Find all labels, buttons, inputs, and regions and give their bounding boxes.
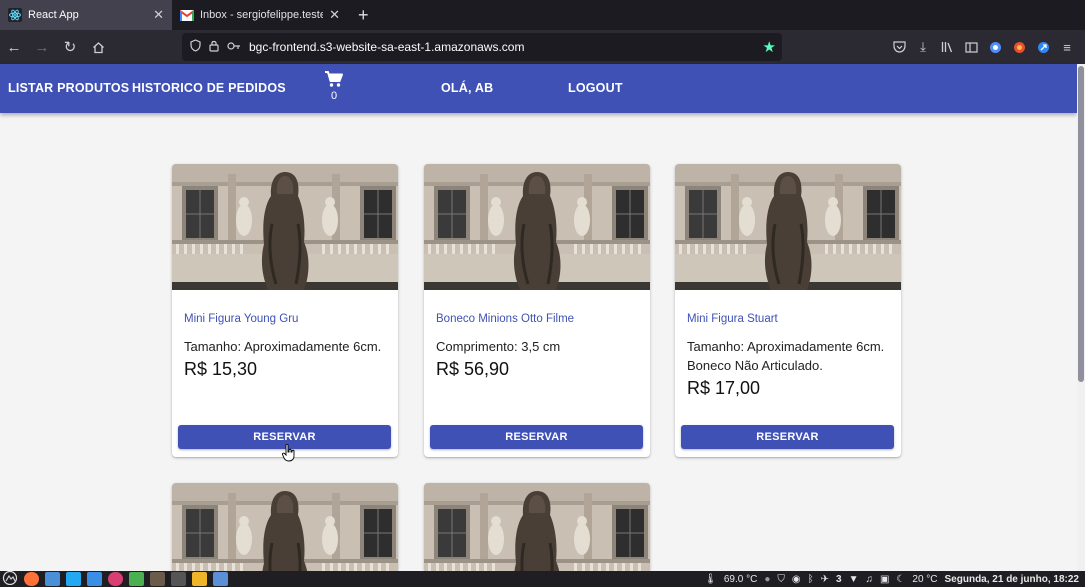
product-image — [424, 164, 650, 290]
nvidia-icon[interactable]: ◉ — [792, 574, 801, 585]
extension-icon[interactable] — [983, 33, 1007, 61]
forward-arrow-icon[interactable]: → — [28, 33, 56, 61]
product-title: Mini Figura Stuart — [687, 313, 778, 325]
extension-icon[interactable] — [1007, 33, 1031, 61]
product-card: Mini Figura Stuart Tamanho: Aproximadame… — [675, 164, 901, 457]
new-tab-button[interactable]: + — [348, 0, 379, 30]
reload-icon[interactable]: ↻ — [56, 33, 84, 61]
music-icon[interactable]: ♫ — [865, 574, 873, 585]
app-icon[interactable] — [108, 572, 123, 586]
browser-toolbar: ⤓ ≡ — [887, 30, 1079, 64]
folder-icon[interactable] — [129, 572, 144, 586]
browser-tab-bar: React App ✕ Inbox - sergiofelippe.teste@… — [0, 0, 1085, 30]
bookmark-star-icon[interactable]: ★ — [763, 38, 776, 56]
product-description-text: Tamanho: Aproximadamente 6cm. Boneco Não… — [687, 339, 885, 373]
weather-temperature: 20 °C — [912, 573, 938, 585]
product-image — [675, 164, 901, 290]
menu-icon[interactable]: ≡ — [1055, 33, 1079, 61]
terminal-icon[interactable] — [171, 572, 186, 586]
hand-cursor-icon — [282, 444, 295, 462]
close-tab-icon[interactable]: ✕ — [329, 7, 340, 23]
extension-icon[interactable] — [1031, 33, 1055, 61]
library-icon[interactable] — [935, 33, 959, 61]
vscode-icon[interactable] — [66, 572, 81, 586]
react-favicon-icon — [8, 8, 22, 22]
gmail-favicon-icon — [180, 8, 194, 22]
wifi-icon[interactable]: ▼ — [849, 574, 859, 585]
system-menu-icon[interactable] — [2, 570, 18, 587]
product-image — [172, 483, 398, 571]
shield-tray-icon[interactable]: ⛉ — [777, 574, 785, 585]
page-scrollbar[interactable] — [1077, 64, 1085, 571]
reservar-button[interactable]: RESERVAR — [430, 425, 643, 449]
record-dot-icon: ● — [764, 573, 771, 585]
product-image — [172, 164, 398, 290]
firefox-icon[interactable] — [24, 572, 39, 586]
product-price: R$ 56,90 — [436, 359, 510, 379]
thermometer-icon: 🌡 — [704, 573, 717, 585]
updates-count: 3 — [836, 573, 842, 585]
sidebar-icon[interactable] — [959, 33, 983, 61]
clock[interactable]: Segunda, 21 de junho, 18:22 — [945, 574, 1079, 585]
user-greeting: OLÁ, AB — [441, 81, 494, 95]
product-description: Comprimento: 3,5 cm R$ 56,90 — [436, 337, 644, 379]
product-description: Tamanho: Aproximadamente 6cm. Boneco Não… — [687, 337, 895, 398]
product-card — [424, 483, 650, 571]
home-icon[interactable] — [84, 33, 112, 61]
cart-count: 0 — [330, 90, 338, 102]
historico-pedidos-link[interactable]: HISTORICO DE PEDIDOS — [132, 81, 286, 95]
bluetooth-icon[interactable]: ᛒ — [808, 574, 814, 585]
app-icon[interactable] — [87, 572, 102, 586]
updates-icon[interactable]: ✈ — [821, 574, 829, 585]
scrollbar-thumb[interactable] — [1078, 66, 1084, 382]
files-icon[interactable] — [45, 572, 60, 586]
app-icon[interactable] — [213, 572, 228, 586]
app-icon[interactable] — [150, 572, 165, 586]
pocket-icon[interactable] — [887, 33, 911, 61]
tab-title: React App — [28, 9, 79, 21]
app-header: LISTAR PRODUTOS HISTORICO DE PEDIDOS 0 O… — [0, 64, 1077, 113]
back-arrow-icon[interactable]: ← — [0, 33, 28, 61]
product-card: Boneco Minions Otto Filme Comprimento: 3… — [424, 164, 650, 457]
cpu-temperature: 69.0 °C — [723, 573, 758, 585]
downloads-icon[interactable]: ⤓ — [911, 33, 935, 61]
clipboard-icon[interactable]: ▣ — [880, 574, 889, 585]
logout-link[interactable]: LOGOUT — [568, 81, 623, 95]
cart-button[interactable]: 0 — [324, 70, 344, 102]
product-price: R$ 15,30 — [184, 359, 258, 379]
product-description: Tamanho: Aproximadamente 6cm. R$ 15,30 — [184, 337, 392, 379]
product-description-text: Tamanho: Aproximadamente 6cm. — [184, 339, 382, 354]
weather-icon: ☾ — [896, 573, 906, 585]
tab-react-app[interactable]: React App ✕ — [0, 0, 172, 30]
product-card: Mini Figura Young Gru Tamanho: Aproximad… — [172, 164, 398, 457]
tab-inbox[interactable]: Inbox - sergiofelippe.teste@ ✕ — [172, 0, 348, 30]
product-description-text: Comprimento: 3,5 cm — [436, 339, 561, 354]
product-price: R$ 17,00 — [687, 378, 761, 398]
product-title: Boneco Minions Otto Filme — [436, 313, 575, 325]
os-taskbar: 🌡 69.0 °C ● ⛉ ◉ ᛒ ✈ 3 ▼ ♫ ▣ ☾ 20 °C Segu… — [0, 570, 1085, 587]
reservar-button[interactable]: RESERVAR — [681, 425, 894, 449]
lock-icon[interactable] — [209, 39, 219, 55]
url-bar[interactable]: bgc-frontend.s3-website-sa-east-1.amazon… — [182, 33, 782, 61]
product-title: Mini Figura Young Gru — [184, 313, 299, 325]
product-card — [172, 483, 398, 571]
browser-navigation-bar: ← → ↻ bgc-frontend.s3-website-sa-east-1.… — [0, 30, 1085, 64]
shield-icon[interactable] — [190, 39, 201, 55]
listar-produtos-link[interactable]: LISTAR PRODUTOS — [8, 81, 129, 95]
close-tab-icon[interactable]: ✕ — [153, 7, 164, 23]
app-icon[interactable] — [192, 572, 207, 586]
url-text: bgc-frontend.s3-website-sa-east-1.amazon… — [249, 40, 525, 54]
key-icon[interactable] — [227, 40, 241, 54]
product-image — [424, 483, 650, 571]
shopping-cart-icon — [325, 71, 343, 87]
tab-title: Inbox - sergiofelippe.teste@ — [200, 9, 324, 21]
